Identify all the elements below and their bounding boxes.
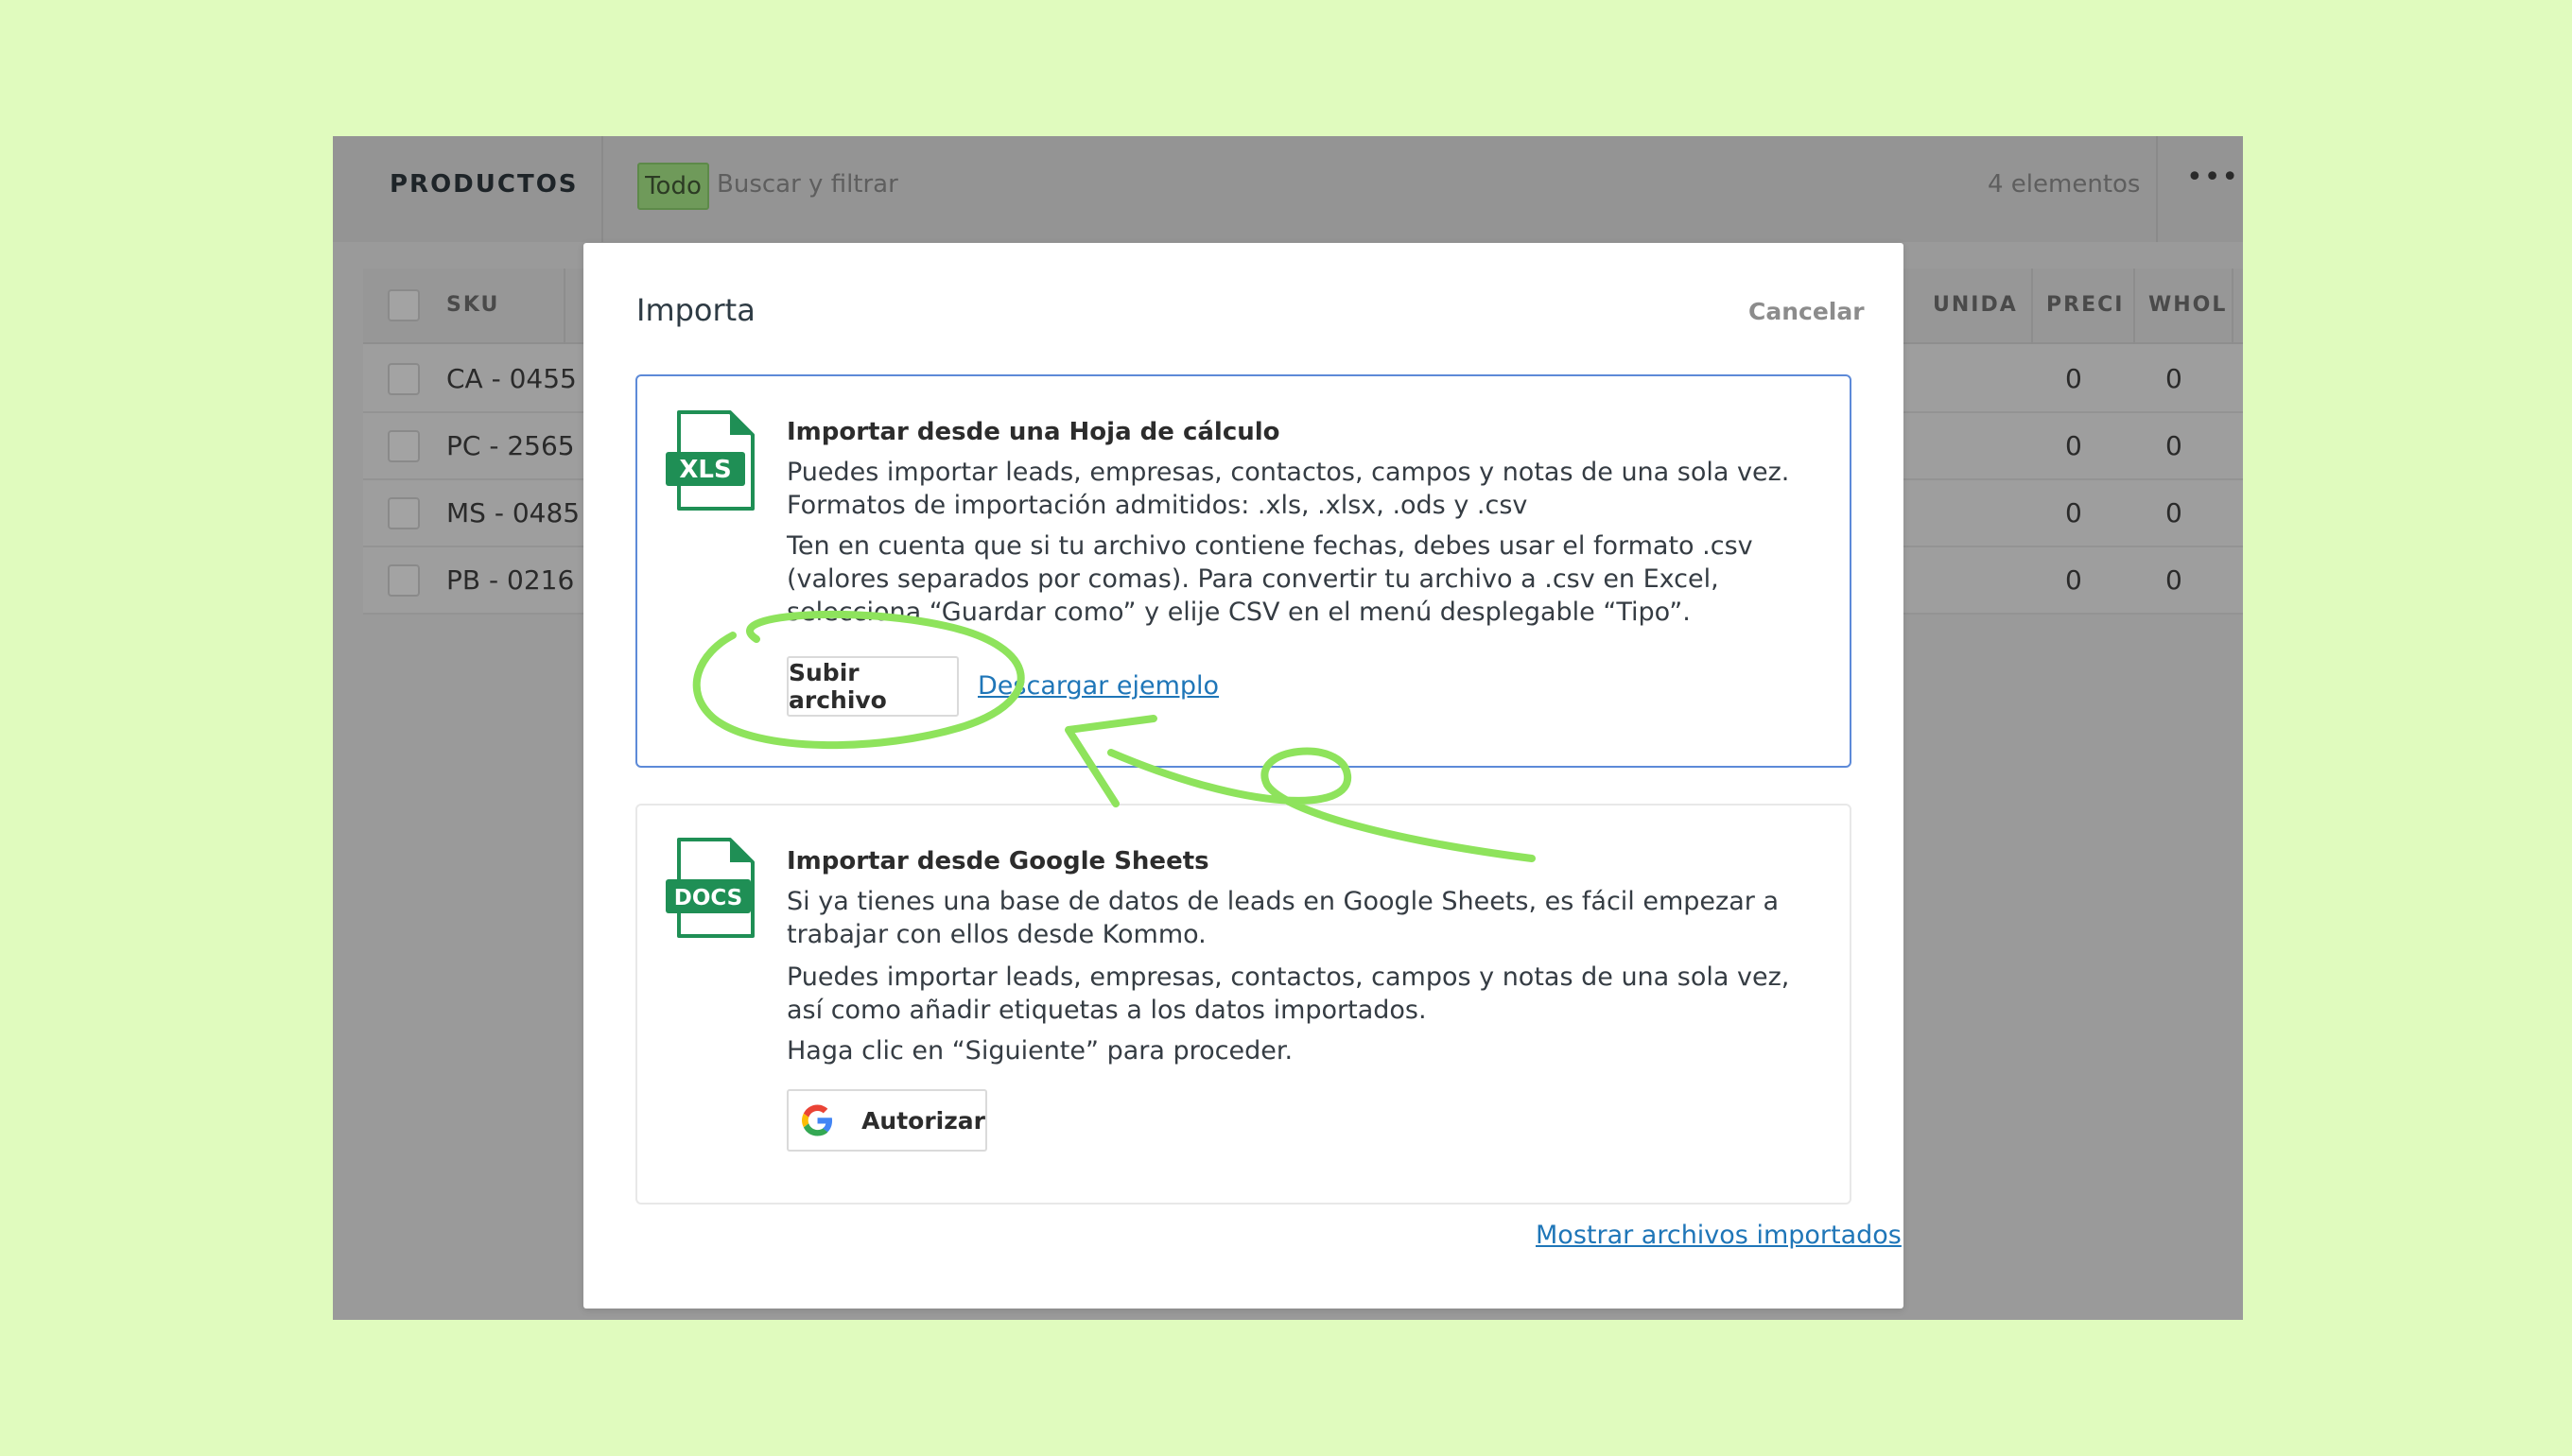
select-all-checkbox[interactable] (388, 289, 420, 321)
column-header-sku[interactable]: SKU (446, 293, 499, 317)
google-sheets-import-note: Puedes importar leads, empresas, contact… (787, 962, 1790, 1025)
wholesale-cell: 0 (2165, 497, 2182, 529)
sku-cell: PB - 0216 (446, 564, 575, 596)
filter-chip-all[interactable]: Todo (637, 163, 709, 210)
page-title: PRODUCTOS (390, 170, 579, 199)
sku-cell: PC - 2565 (446, 430, 575, 461)
row-checkbox[interactable] (388, 363, 420, 395)
column-header-unit[interactable]: UNIDA (1933, 293, 2018, 317)
top-bar: PRODUCTOS Todo Buscar y filtrar 4 elemen… (333, 136, 2243, 242)
show-imported-files-link[interactable]: Mostrar archivos importados (1536, 1221, 1902, 1250)
price-cell: 0 (2065, 363, 2082, 394)
docs-file-icon: DOCS (666, 838, 755, 938)
modal-title: Importa (636, 292, 756, 328)
authorize-button[interactable]: Autorizar (787, 1089, 987, 1152)
divider (2156, 136, 2158, 242)
spreadsheet-heading: Importar desde una Hoja de cálculo (787, 418, 1280, 446)
google-sheets-heading: Importar desde Google Sheets (787, 847, 1209, 875)
upload-file-button[interactable]: Subir archivo (787, 656, 959, 717)
price-cell: 0 (2065, 430, 2082, 461)
google-sheets-import-card: DOCS Importar desde Google Sheets Si ya … (635, 804, 1851, 1205)
spreadsheet-description: Puedes importar leads, empresas, contact… (787, 458, 1790, 520)
divider (601, 136, 603, 242)
wholesale-cell: 0 (2165, 430, 2182, 461)
column-header-price[interactable]: PRECI (2046, 293, 2124, 317)
item-count: 4 elementos (1988, 170, 2141, 199)
spreadsheet-import-card: XLS Importar desde una Hoja de cálculo P… (635, 374, 1851, 768)
xls-file-icon: XLS (666, 410, 755, 511)
wholesale-cell: 0 (2165, 363, 2182, 394)
divider (2133, 269, 2135, 344)
divider (2232, 269, 2233, 344)
row-checkbox[interactable] (388, 430, 420, 462)
download-example-link[interactable]: Descargar ejemplo (978, 671, 1219, 701)
google-sheets-description: Si ya tienes una base de datos de leads … (787, 887, 1779, 949)
svg-text:XLS: XLS (679, 456, 731, 484)
sku-cell: MS - 0485 (446, 497, 581, 529)
cancel-button[interactable]: Cancelar (1748, 298, 1865, 325)
google-sheets-next-note: Haga clic en “Siguiente” para proceder. (787, 1036, 1294, 1066)
row-checkbox[interactable] (388, 564, 420, 597)
column-header-wholesale[interactable]: WHOL (2148, 293, 2227, 317)
import-modal: Importa Cancelar XLS Importar desde una … (583, 243, 1903, 1309)
svg-text:DOCS: DOCS (674, 886, 743, 910)
search-input[interactable]: Buscar y filtrar (717, 170, 898, 199)
divider (564, 269, 565, 344)
google-g-icon (802, 1104, 833, 1136)
divider (2031, 269, 2033, 344)
authorize-label: Autorizar (861, 1106, 985, 1135)
wholesale-cell: 0 (2165, 564, 2182, 596)
spreadsheet-date-note: Ten en cuenta que si tu archivo contiene… (787, 531, 1753, 627)
sku-cell: CA - 0455 (446, 363, 577, 394)
price-cell: 0 (2065, 564, 2082, 596)
more-dots-icon[interactable]: ••• (2186, 161, 2239, 194)
price-cell: 0 (2065, 497, 2082, 529)
row-checkbox[interactable] (388, 497, 420, 529)
